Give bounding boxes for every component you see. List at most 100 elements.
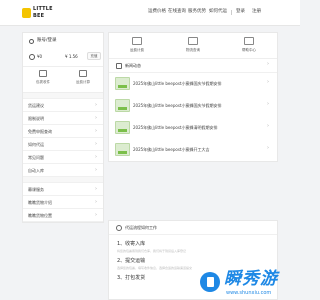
- top-navbar: LITTLE BEE 运费价格 在线查询 服务优势 如何代运 登录 注册: [0, 0, 300, 26]
- list-item[interactable]: 2025年佛山little beepost小蜜蜂清明假期安排 ›: [109, 117, 277, 139]
- brand-logo[interactable]: LITTLE BEE: [22, 5, 53, 22]
- sidebar-item-label: 瞧瞧货物介绍: [28, 200, 52, 205]
- watermark-logo-icon: [200, 272, 220, 292]
- sidebar-item-faq[interactable]: 常见问题 ›: [23, 151, 103, 164]
- sidebar-item-goods-intro[interactable]: 瞧瞧货物介绍 ›: [23, 196, 103, 209]
- flow-header: 代运流程如何工作: [109, 221, 277, 235]
- bee-logo-icon: [22, 8, 31, 18]
- news-item-title: 2025年佛山little beepost小蜜蜂国庆节假期安排: [133, 103, 222, 108]
- news-thumbnail: [115, 77, 130, 90]
- nav-divider: [231, 10, 232, 15]
- calculator-icon: [79, 70, 87, 77]
- coin-balance: ¥0: [37, 54, 43, 59]
- nav-shipping-prices[interactable]: 运费价格: [148, 9, 166, 15]
- sidebar-item-how-to-ship[interactable]: 如何代运 ›: [23, 138, 103, 151]
- left-sidebar: 账号/登录 ¥0 ¥ 1.56 充值 包裹收件 运费计算 货运建议 › 限制说明 ›…: [22, 32, 104, 223]
- help-icon: [244, 37, 254, 45]
- sidebar-item-label: 幕课服务: [28, 187, 44, 192]
- service-freight-calc[interactable]: 运费计费: [109, 37, 165, 53]
- service-label: 运费计费: [130, 48, 144, 52]
- list-item[interactable]: 2025年佛山little beepost小蜜蜂国庆节假期安排 ›: [109, 95, 277, 117]
- chevron-right-icon: ›: [95, 212, 97, 218]
- chevron-right-icon: ›: [95, 199, 97, 205]
- nav-how-to-ship[interactable]: 如何代运: [209, 9, 227, 15]
- sidebar-item-declaration-query[interactable]: 免费申报查询 ›: [23, 125, 103, 138]
- quick-actions: 包裹收件 运费计算: [23, 67, 103, 93]
- watermark-text: 瞬秀游: [224, 269, 278, 289]
- flow-step: 2、提交运输 选择您的包裹，填写收件信息，选择合适的运输渠道提交: [117, 258, 192, 270]
- quick-label: 包裹收件: [36, 80, 50, 84]
- coin-icon: [29, 54, 35, 60]
- sidebar-item-label: 免费申报查询: [28, 129, 52, 134]
- service-tracking[interactable]: 物流查询: [165, 37, 221, 53]
- nav-service-advantages[interactable]: 服务优势: [188, 9, 206, 15]
- account-balance: ¥ 1.56: [65, 54, 78, 59]
- service-label: 帮助中心: [242, 48, 256, 52]
- site-watermark: 瞬秀游 www.shunxiu.com: [200, 268, 296, 298]
- sidebar-item-label: 自动入库: [28, 168, 44, 173]
- nav-register[interactable]: 注册: [252, 9, 261, 15]
- sidebar-item-label: 瞧瞧货物位置: [28, 213, 52, 218]
- chevron-right-icon: ›: [267, 145, 269, 151]
- chevron-right-icon: ›: [95, 115, 97, 121]
- chevron-right-icon: ›: [95, 102, 97, 108]
- chevron-right-icon: ›: [95, 167, 97, 173]
- news-header: 新闻动态 ›: [109, 59, 277, 73]
- box-icon: [39, 70, 47, 77]
- sidebar-item-auto-warehouse[interactable]: 自动入库 ›: [23, 164, 103, 177]
- news-thumbnail: [115, 143, 130, 156]
- news-icon: [116, 63, 122, 69]
- service-shortcuts: 运费计费 物流查询 帮助中心: [109, 33, 277, 59]
- user-icon: [29, 39, 34, 44]
- list-item[interactable]: 2025年佛山little beepost小蜜蜂国庆节假期安排 ›: [109, 73, 277, 95]
- chevron-right-icon: ›: [95, 141, 97, 147]
- sidebar-item-label: 如何代运: [28, 142, 44, 147]
- news-thumbnail: [115, 99, 130, 112]
- flow-step-title: 1、收寄入库: [117, 241, 146, 247]
- flow-step-title: 2、提交运输: [117, 258, 146, 264]
- sidebar-item-label: 货运建议: [28, 103, 44, 108]
- chevron-right-icon: ›: [95, 154, 97, 160]
- news-thumbnail: [115, 121, 130, 134]
- flow-title: 代运流程如何工作: [125, 225, 157, 230]
- truck-icon: [188, 37, 198, 45]
- main-panel: 运费计费 物流查询 帮助中心 新闻动态 › 2025年佛山little beep…: [108, 32, 278, 162]
- chevron-right-icon: ›: [267, 101, 269, 107]
- nav-login[interactable]: 登录: [236, 9, 245, 15]
- flow-step-desc: 选择您的包裹，填写收件信息，选择合适的运输渠道提交: [117, 266, 193, 270]
- chevron-right-icon: ›: [267, 123, 269, 129]
- flow-step-title: 3、打包发货: [117, 275, 146, 281]
- recharge-button[interactable]: 充值: [87, 52, 101, 60]
- flow-step: 1、收寄入库 将您的包裹寄到我们仓库，我们将于到货后入库登记: [117, 241, 186, 253]
- news-item-title: 2025年佛山little beepost小蜜蜂国庆节假期安排: [133, 81, 222, 86]
- brand-line-2: BEE: [33, 13, 45, 19]
- news-title: 新闻动态: [125, 63, 141, 68]
- quick-shipping-calc[interactable]: 运费计算: [69, 70, 97, 85]
- calc-icon: [132, 37, 142, 45]
- sidebar-item-goods-location[interactable]: 瞧瞧货物位置 ›: [23, 209, 103, 222]
- news-more-link[interactable]: ›: [267, 62, 269, 67]
- news-item-title: 2025年佛山little beepost小蜜蜂开工大吉: [133, 147, 210, 152]
- sidebar-item-label: 常见问题: [28, 155, 44, 160]
- nav-online-query[interactable]: 在线查询: [168, 9, 186, 15]
- sidebar-item-service[interactable]: 幕课服务 ›: [23, 183, 103, 196]
- service-help-center[interactable]: 帮助中心: [221, 37, 277, 53]
- flow-step: 3、打包发货: [117, 275, 145, 282]
- sidebar-item-restrictions[interactable]: 限制说明 ›: [23, 112, 103, 125]
- workflow-icon: [116, 225, 122, 231]
- chevron-right-icon: ›: [95, 186, 97, 192]
- list-item[interactable]: 2025年佛山little beepost小蜜蜂开工大吉 ›: [109, 139, 277, 161]
- flow-step-desc: 将您的包裹寄到我们仓库，我们将于到货后入库登记: [117, 249, 187, 253]
- account-summary: 账号/登录 ¥0 ¥ 1.56 充值: [23, 33, 103, 67]
- chevron-right-icon: ›: [267, 79, 269, 85]
- quick-label: 运费计算: [76, 80, 90, 84]
- brand-line-1: LITTLE: [33, 6, 53, 12]
- quick-package-receive[interactable]: 包裹收件: [29, 70, 57, 85]
- chevron-right-icon: ›: [95, 128, 97, 134]
- service-label: 物流查询: [186, 48, 200, 52]
- news-item-title: 2025年佛山little beepost小蜜蜂清明假期安排: [133, 125, 218, 130]
- watermark-url: www.shunxiu.com: [226, 290, 272, 296]
- login-link[interactable]: 账号/登录: [37, 38, 57, 44]
- sidebar-item-shipping-advice[interactable]: 货运建议 ›: [23, 99, 103, 112]
- sidebar-item-label: 限制说明: [28, 116, 44, 121]
